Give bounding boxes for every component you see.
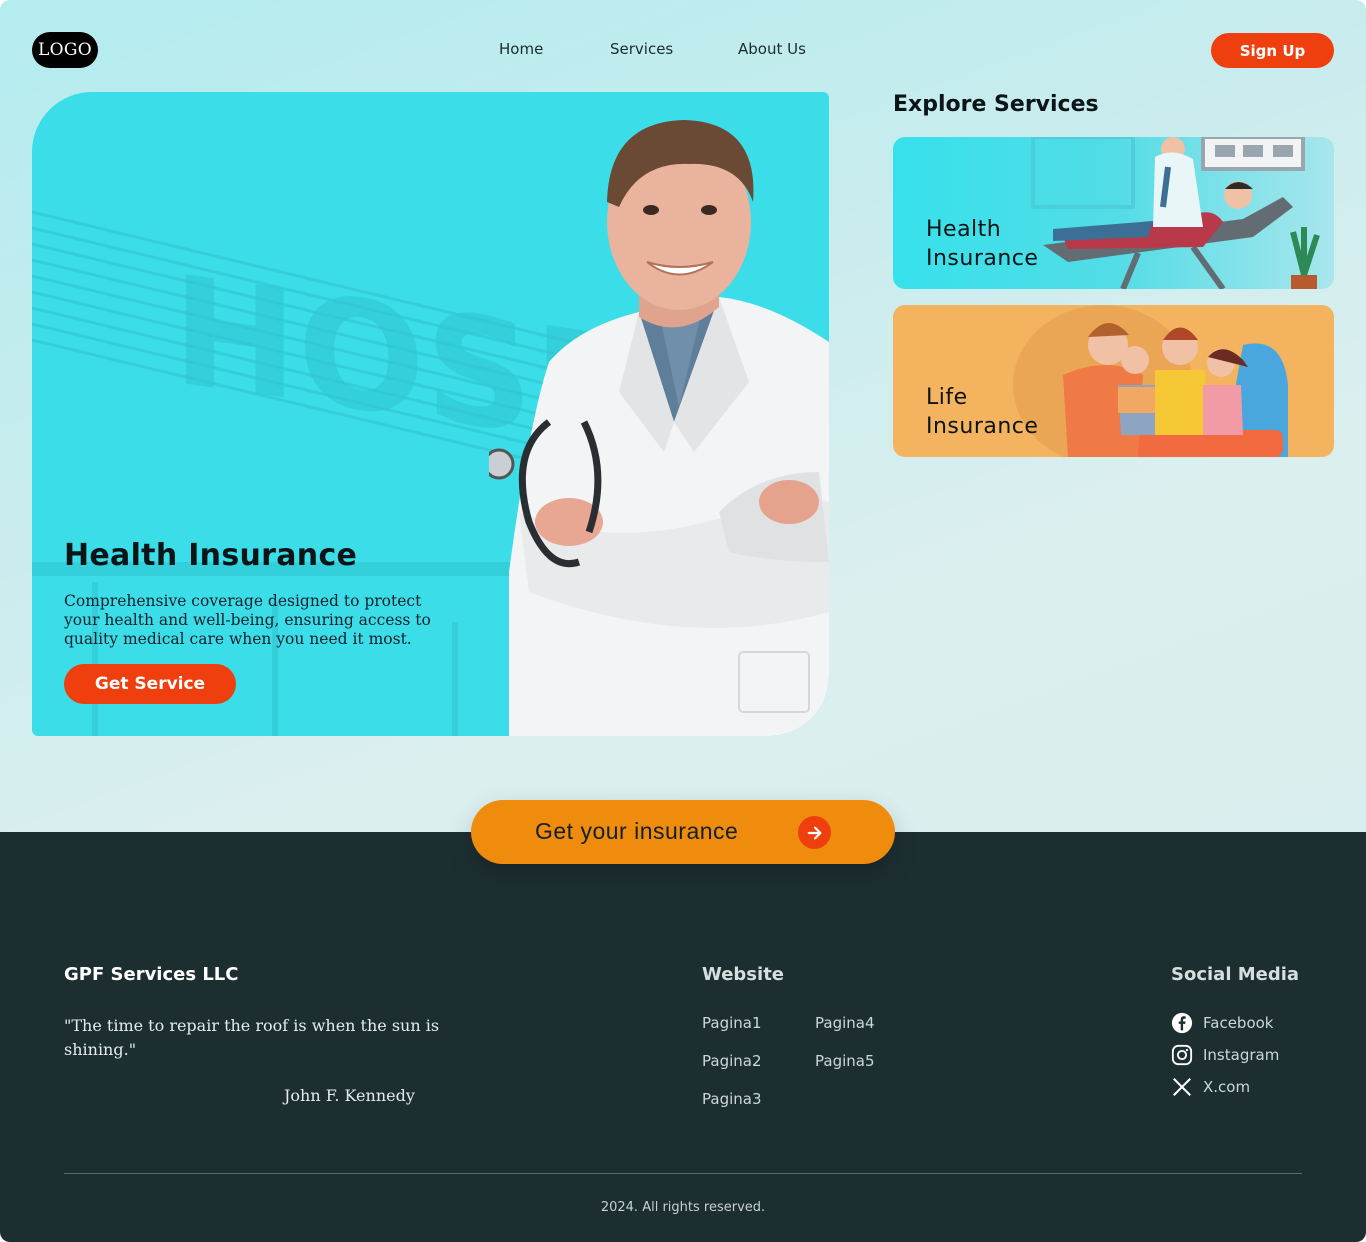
main-nav: Home Services About Us xyxy=(0,40,1366,60)
social-instagram[interactable]: Instagram xyxy=(1171,1044,1279,1066)
footer-quote: "The time to repair the roof is when the… xyxy=(64,1016,440,1059)
explore-services-title: Explore Services xyxy=(893,92,1099,117)
nav-about-us[interactable]: About Us xyxy=(738,40,806,58)
footer-link-pagina4[interactable]: Pagina4 xyxy=(815,1014,875,1032)
footer-company-name: GPF Services LLC xyxy=(64,964,239,985)
footer-link-pagina5[interactable]: Pagina5 xyxy=(815,1052,875,1070)
social-label-x: X.com xyxy=(1203,1078,1251,1096)
social-label-facebook: Facebook xyxy=(1203,1014,1274,1032)
footer-link-pagina3[interactable]: Pagina3 xyxy=(702,1090,762,1108)
footer-website-title: Website xyxy=(702,964,785,985)
card-label-health: Health Insurance xyxy=(926,217,1039,271)
card-label-life: Life Insurance xyxy=(926,385,1039,439)
footer: GPF Services LLC "The time to repair the… xyxy=(0,832,1366,1242)
service-card-life-insurance[interactable]: Life Insurance xyxy=(893,305,1334,457)
get-your-insurance-button[interactable]: Get your insurance xyxy=(471,800,895,864)
footer-quote-author: John F. Kennedy xyxy=(284,1086,415,1105)
x-icon xyxy=(1171,1076,1193,1098)
copyright: 2024. All rights reserved. xyxy=(600,1200,766,1215)
facebook-icon xyxy=(1171,1012,1193,1034)
sign-up-button[interactable]: Sign Up xyxy=(1211,33,1334,68)
nav-services[interactable]: Services xyxy=(610,40,673,58)
cta-label: Get your insurance xyxy=(535,818,739,844)
footer-link-pagina1[interactable]: Pagina1 xyxy=(702,1014,762,1032)
hero-description: Comprehensive coverage designed to prote… xyxy=(64,592,431,648)
footer-divider xyxy=(64,1173,1302,1174)
hero-title: Health Insurance xyxy=(64,538,358,573)
footer-social-title: Social Media xyxy=(1171,964,1300,985)
hero-banner: HOSP Health Insurance Comprehensive cove… xyxy=(32,92,829,736)
arrow-right-icon xyxy=(798,816,831,849)
service-card-health-insurance[interactable]: Health Insurance xyxy=(893,137,1334,289)
social-x[interactable]: X.com xyxy=(1171,1076,1250,1098)
get-service-button[interactable]: Get Service xyxy=(64,664,236,704)
social-facebook[interactable]: Facebook xyxy=(1171,1012,1273,1034)
doctor-photo xyxy=(489,120,829,736)
nav-home[interactable]: Home xyxy=(499,40,543,58)
social-label-instagram: Instagram xyxy=(1203,1046,1280,1064)
footer-link-pagina2[interactable]: Pagina2 xyxy=(702,1052,762,1070)
instagram-icon xyxy=(1171,1044,1193,1066)
